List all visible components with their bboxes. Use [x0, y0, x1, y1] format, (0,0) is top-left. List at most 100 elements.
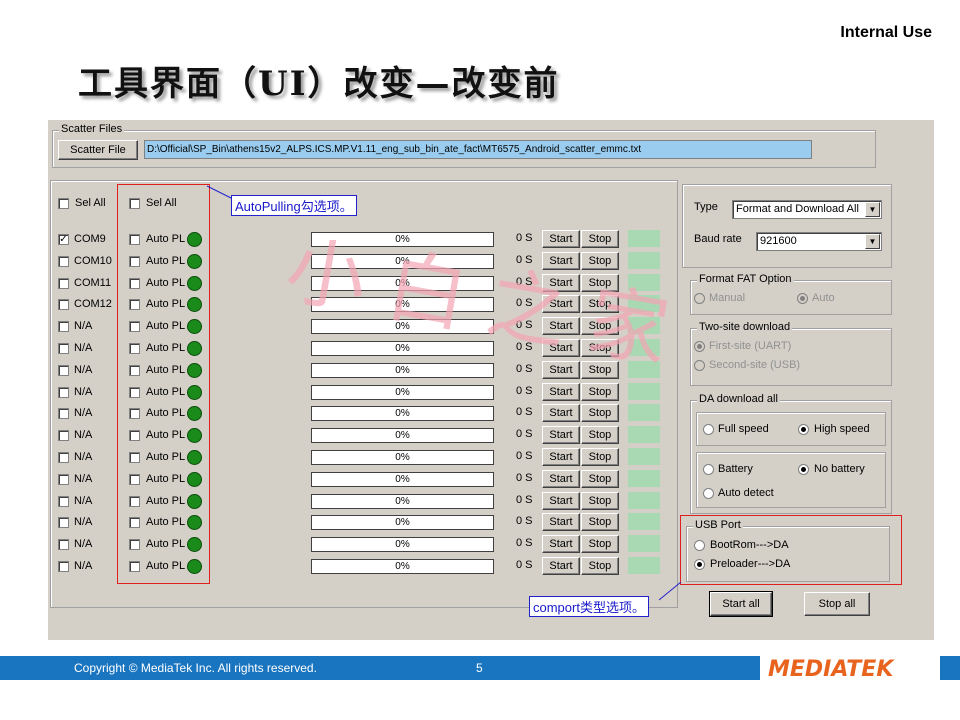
mediatek-logo: MEDIATEK: [760, 652, 940, 682]
progress-bar: 0%: [311, 297, 494, 313]
port-checkbox[interactable]: [58, 430, 69, 442]
two-site-group: Two-site download: [690, 321, 892, 386]
progress-bar: 0%: [311, 450, 494, 465]
start-button[interactable]: Start: [542, 360, 580, 379]
elapsed-time: 0 S: [516, 428, 533, 441]
port-checkbox[interactable]: [58, 321, 69, 333]
port-checkbox[interactable]: ✓: [58, 234, 69, 245]
port-checkbox[interactable]: [58, 343, 69, 354]
stop-button[interactable]: Stop: [581, 360, 619, 379]
progress-bar: 0%: [311, 493, 494, 509]
stop-button[interactable]: Stop: [581, 273, 619, 292]
stop-button[interactable]: Stop: [581, 317, 619, 336]
port-checkbox[interactable]: [58, 452, 69, 463]
manual-radio[interactable]: [694, 293, 705, 304]
full-speed-label: Full speed: [718, 423, 769, 435]
port-name: N/A: [74, 385, 93, 398]
start-button[interactable]: Start: [542, 251, 580, 270]
second-site-radio[interactable]: [694, 360, 705, 371]
stop-button[interactable]: Stop: [581, 426, 619, 445]
stop-button[interactable]: Stop: [581, 295, 619, 314]
start-button[interactable]: Start: [542, 230, 580, 248]
port-name: N/A: [74, 538, 93, 551]
start-button[interactable]: Start: [542, 404, 580, 423]
sel-all-label: Sel All: [75, 197, 106, 209]
start-button[interactable]: Start: [542, 448, 580, 466]
comport-connector: [658, 581, 682, 601]
row-status-indicator: [628, 339, 660, 356]
start-button[interactable]: Start: [542, 469, 580, 488]
start-button[interactable]: Start: [542, 513, 580, 532]
stop-button[interactable]: Stop: [581, 251, 619, 270]
progress-bar: 0%: [311, 384, 494, 400]
port-checkbox[interactable]: [58, 364, 69, 376]
stop-button[interactable]: Stop: [581, 382, 619, 401]
stop-all-button[interactable]: Stop all: [804, 592, 870, 616]
start-all-button[interactable]: Start all: [709, 591, 773, 617]
start-button[interactable]: Start: [542, 535, 580, 554]
start-button[interactable]: Start: [542, 491, 580, 510]
port-checkbox[interactable]: [58, 495, 69, 507]
high-speed-radio[interactable]: [798, 424, 809, 435]
scatter-path-field[interactable]: D:\Official\SP_Bin\athens15v2_ALPS.ICS.M…: [144, 140, 812, 159]
stop-button[interactable]: Stop: [581, 448, 619, 466]
progress-bar: 0%: [311, 428, 494, 444]
stop-button[interactable]: Stop: [581, 491, 619, 510]
elapsed-time: 0 S: [516, 515, 533, 528]
port-name: N/A: [74, 516, 93, 529]
row-status-indicator: [628, 491, 660, 509]
chevron-down-icon[interactable]: ▼: [865, 234, 880, 249]
elapsed-time: 0 S: [516, 537, 533, 550]
comport-callout: comport类型选项。: [529, 596, 649, 617]
stop-button[interactable]: Stop: [581, 339, 619, 357]
elapsed-time: 0 S: [516, 362, 533, 375]
stop-button[interactable]: Stop: [581, 469, 619, 488]
auto-radio[interactable]: [797, 293, 808, 304]
progress-bar: 0%: [311, 559, 494, 574]
start-button[interactable]: Start: [542, 317, 580, 336]
start-button[interactable]: Start: [542, 382, 580, 401]
elapsed-time: 0 S: [516, 493, 533, 506]
stop-button[interactable]: Stop: [581, 230, 619, 248]
port-checkbox[interactable]: [58, 386, 69, 398]
baud-rate-select[interactable]: 921600 ▼: [756, 232, 882, 251]
two-site-legend: Two-site download: [697, 321, 793, 333]
type-select[interactable]: Format and Download All ▼: [732, 200, 882, 219]
port-name: N/A: [74, 429, 93, 442]
port-checkbox[interactable]: [58, 473, 69, 485]
port-checkbox[interactable]: [58, 408, 69, 420]
port-checkbox[interactable]: [58, 561, 69, 572]
stop-button[interactable]: Stop: [581, 404, 619, 423]
start-button[interactable]: Start: [542, 295, 580, 314]
port-checkbox[interactable]: [58, 517, 69, 529]
auto-detect-radio[interactable]: [703, 488, 714, 499]
chevron-down-icon[interactable]: ▼: [865, 202, 880, 217]
first-site-radio[interactable]: [694, 341, 705, 352]
row-status-indicator: [628, 273, 660, 291]
start-button[interactable]: Start: [542, 273, 580, 292]
row-status-indicator: [628, 230, 660, 247]
start-button[interactable]: Start: [542, 339, 580, 357]
auto-label: Auto: [812, 292, 835, 304]
autopulling-highlight-box: [117, 184, 210, 584]
port-checkbox[interactable]: [58, 255, 69, 267]
row-status-indicator: [628, 469, 660, 487]
battery-radio[interactable]: [703, 464, 714, 475]
start-button[interactable]: Start: [542, 426, 580, 445]
no-battery-radio[interactable]: [798, 464, 809, 475]
port-name: N/A: [74, 342, 93, 354]
sel-all-checkbox[interactable]: [58, 198, 69, 209]
stop-button[interactable]: Stop: [581, 535, 619, 554]
scatter-file-button[interactable]: Scatter File: [58, 140, 138, 160]
full-speed-radio[interactable]: [703, 424, 714, 435]
baud-rate-label: Baud rate: [694, 233, 742, 245]
port-checkbox[interactable]: [58, 299, 69, 311]
stop-button[interactable]: Stop: [581, 557, 619, 575]
logo-text: MEDIATEK: [768, 657, 895, 682]
port-checkbox[interactable]: [58, 277, 69, 289]
row-status-indicator: [628, 535, 660, 553]
port-checkbox[interactable]: [58, 539, 69, 551]
stop-button[interactable]: Stop: [581, 513, 619, 532]
progress-bar: 0%: [311, 406, 494, 422]
start-button[interactable]: Start: [542, 557, 580, 575]
